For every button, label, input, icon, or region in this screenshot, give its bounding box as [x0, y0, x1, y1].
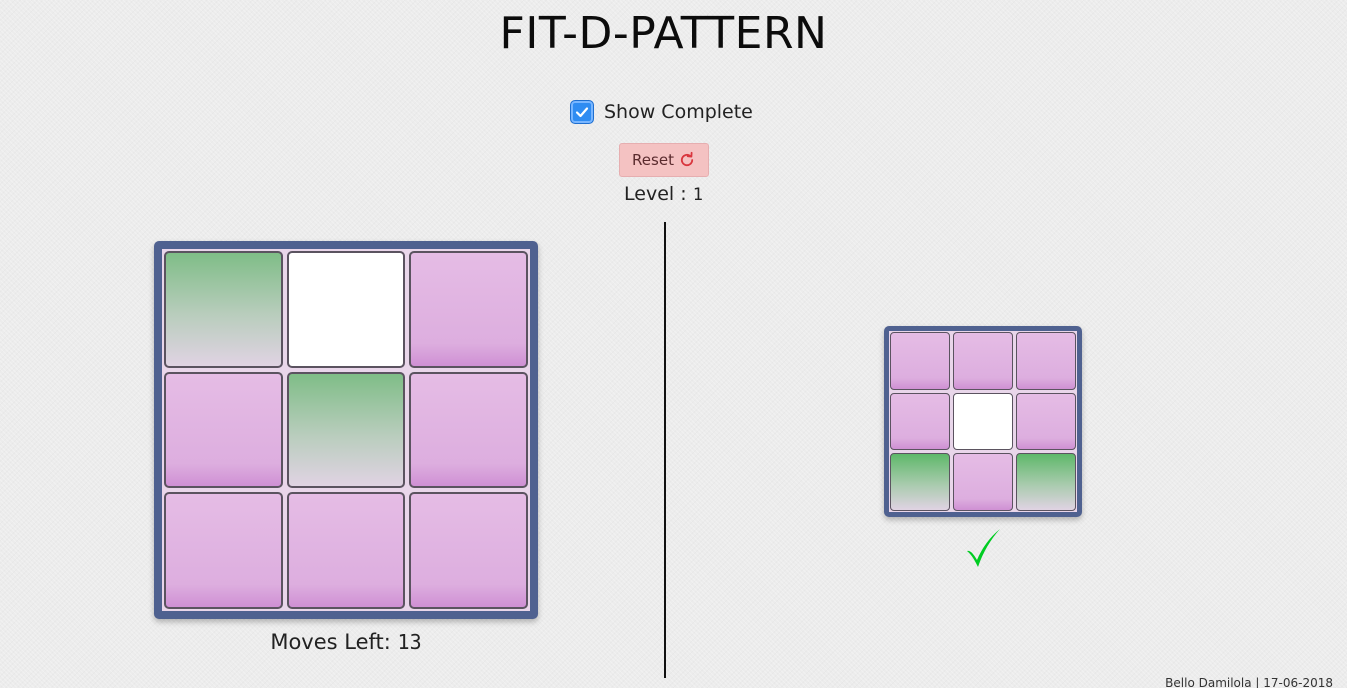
- board-tile[interactable]: [409, 371, 528, 489]
- board-tile[interactable]: [286, 492, 406, 609]
- target-pattern-board: [884, 326, 1082, 517]
- game-board: [154, 241, 538, 619]
- refresh-icon: [678, 151, 696, 169]
- show-complete-toggle[interactable]: Show Complete: [570, 100, 753, 124]
- show-complete-checkbox[interactable]: [570, 100, 594, 124]
- reset-button[interactable]: Reset: [619, 143, 709, 177]
- board-tile[interactable]: [286, 251, 406, 368]
- level-label: Level :: [624, 183, 693, 205]
- level-value: 1: [692, 185, 703, 205]
- moves-label: Moves Left:: [270, 630, 398, 654]
- show-complete-label: Show Complete: [604, 101, 753, 123]
- target-tile: [890, 332, 950, 390]
- target-tile: [890, 392, 950, 451]
- footer-credit: Bello Damilola | 17-06-2018: [1165, 676, 1333, 688]
- target-tile: [953, 332, 1013, 390]
- level-indicator: Level : 1: [0, 183, 1327, 205]
- board-tile[interactable]: [409, 251, 528, 368]
- checkmark-icon: [575, 107, 589, 118]
- target-tile: [953, 453, 1013, 511]
- board-tile[interactable]: [164, 371, 283, 489]
- target-pattern-grid: [889, 331, 1077, 512]
- moves-left: Moves Left: 13: [154, 630, 538, 654]
- target-tile: [953, 392, 1013, 451]
- page-title: FIT-D-PATTERN: [499, 8, 828, 59]
- board-tile[interactable]: [409, 492, 528, 609]
- reset-label: Reset: [632, 151, 674, 169]
- target-tile: [1016, 453, 1076, 511]
- target-tile: [1016, 392, 1076, 451]
- game-board-grid: [162, 249, 530, 611]
- target-tile: [1016, 332, 1076, 390]
- board-tile[interactable]: [286, 371, 406, 489]
- board-tile[interactable]: [164, 251, 283, 368]
- complete-check-icon: [960, 524, 1008, 572]
- target-tile: [890, 453, 950, 511]
- board-tile[interactable]: [164, 492, 283, 609]
- divider: [664, 222, 666, 678]
- moves-value: 13: [397, 630, 422, 654]
